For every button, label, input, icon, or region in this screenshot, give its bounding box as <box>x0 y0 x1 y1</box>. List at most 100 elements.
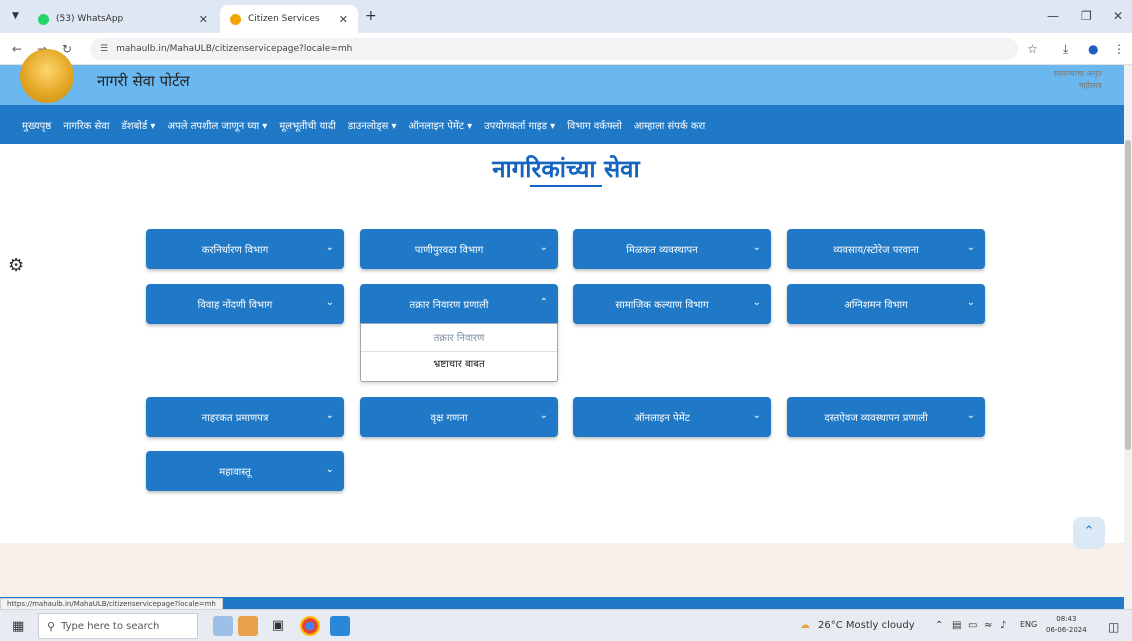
service-label: अग्निशमन विभाग <box>844 300 908 311</box>
title-underline <box>530 185 602 187</box>
notifications-icon[interactable]: ◫ <box>1108 620 1119 634</box>
close-window-icon[interactable]: ✕ <box>1113 9 1123 23</box>
nav-item-dashboard[interactable]: डॅशबोर्ड ▾ <box>121 118 155 132</box>
nav-item-basic-list[interactable]: मूलभूतीची यादी <box>279 118 336 132</box>
chevron-down-icon: ⌄ <box>325 410 334 421</box>
close-tab-icon[interactable]: ✕ <box>199 13 208 26</box>
menu-kebab-icon[interactable]: ⋮ <box>1113 42 1125 56</box>
chevron-down-icon: ⌄ <box>966 297 975 308</box>
tab-title: Citizen Services <box>248 14 320 24</box>
service-label: तक्रार निवारण प्रणाली <box>409 300 489 311</box>
windows-taskbar: ▦ ⚲ Type here to search ▣ ☁ 26°C Mostly … <box>0 609 1132 641</box>
clock-time: 08:43 <box>1056 615 1077 623</box>
service-water-supply[interactable]: पाणीपुरवठा विभाग ⌄ <box>360 229 558 269</box>
site-favicon-icon <box>230 13 241 25</box>
service-trade-license[interactable]: व्यवसाय/स्टोरेज परवाना ⌄ <box>787 229 985 269</box>
service-grievance-redressal[interactable]: तक्रार निवारण प्रणाली ⌃ <box>360 284 558 324</box>
tray-chevron-icon[interactable]: ⌃ <box>935 620 943 631</box>
search-icon: ⚲ <box>47 619 56 633</box>
chevron-down-icon: ⌄ <box>966 410 975 421</box>
whatsapp-favicon-icon <box>38 13 49 25</box>
profile-icon[interactable]: ● <box>1088 42 1098 56</box>
service-label: नाहरकत प्रमाणपत्र <box>201 413 269 424</box>
chevron-down-icon: ⌄ <box>539 410 548 421</box>
scroll-to-top-button[interactable]: ⌃ <box>1073 517 1105 549</box>
dropdown-item-corruption[interactable]: भ्रष्टाचार बाबत <box>361 352 557 378</box>
taskbar-search-box[interactable]: ⚲ Type here to search <box>38 613 198 639</box>
outlook-icon[interactable] <box>330 616 350 636</box>
chrome-icon[interactable] <box>300 616 320 636</box>
nav-item-know-your-details[interactable]: अपले तपशील जाणून घ्या ▾ <box>167 118 267 132</box>
service-label: करनिर्धारण विभाग <box>201 245 269 256</box>
task-view-icon[interactable]: ▣ <box>268 616 288 636</box>
browser-tabstrip: ▼ (53) WhatsApp ✕ Citizen Services ✕ + —… <box>0 0 1132 33</box>
battery-icon[interactable]: ▭ <box>968 620 977 631</box>
service-label: मिळकत व्यवस्थापन <box>626 245 698 256</box>
close-tab-icon[interactable]: ✕ <box>339 13 348 26</box>
footer-band <box>0 543 1132 597</box>
dropdown-item-grievance[interactable]: तक्रार निवारण <box>361 326 557 352</box>
maximize-icon[interactable]: ❐ <box>1081 9 1092 23</box>
government-emblem-logo <box>20 49 74 103</box>
site-info-icon[interactable]: ☰ <box>100 44 108 54</box>
nav-item-contact-us[interactable]: आम्हाला संपर्क करा <box>634 118 705 132</box>
wifi-icon[interactable]: ≈ <box>984 620 992 631</box>
search-placeholder: Type here to search <box>61 620 160 632</box>
bookmark-star-icon[interactable]: ☆ <box>1027 42 1038 56</box>
service-property-management[interactable]: मिळकत व्यवस्थापन ⌄ <box>573 229 771 269</box>
tab-citizen-services[interactable]: Citizen Services ✕ <box>220 5 358 33</box>
back-icon[interactable]: ← <box>12 42 22 56</box>
service-tax-assessment[interactable]: करनिर्धारण विभाग ⌄ <box>146 229 344 269</box>
nav-item-downloads[interactable]: डाउनलोड्स ▾ <box>348 118 397 132</box>
service-label: विवाह नोंदणी विभाग <box>197 300 273 311</box>
people-widget-icon[interactable] <box>238 616 258 636</box>
nav-item-home[interactable]: मुख्यपृष्ठ <box>22 118 51 132</box>
main-nav: मुख्यपृष्ठ नागरिक सेवा डॅशबोर्ड ▾ अपले त… <box>0 105 1132 144</box>
site-header: नागरी सेवा पोर्टल स्वातंत्र्याचा अमृत मह… <box>0 49 1132 105</box>
chevron-down-icon: ⌄ <box>325 464 334 475</box>
service-noc-certificate[interactable]: नाहरकत प्रमाणपत्र ⌄ <box>146 397 344 437</box>
service-tree-census[interactable]: वृक्ष गणना ⌄ <box>360 397 558 437</box>
service-document-management[interactable]: दस्तऐवज व्यवस्थापन प्रणाली ⌄ <box>787 397 985 437</box>
chevron-down-icon: ⌄ <box>539 242 548 253</box>
address-bar-row: ← → ↻ ☰ mahaulb.in/MahaULB/citizenservic… <box>0 33 1132 65</box>
news-widget-icon[interactable] <box>213 616 233 636</box>
service-label: सामाजिक कल्याण विभाग <box>615 300 709 311</box>
weather-text[interactable]: 26°C Mostly cloudy <box>818 620 915 631</box>
service-label: ऑनलाइन पेमेंट <box>634 413 690 424</box>
nav-item-online-payment[interactable]: ऑनलाइन पेमेंट ▾ <box>408 118 472 132</box>
service-label: वृक्ष गणना <box>430 413 468 424</box>
chevron-down-icon: ⌄ <box>325 242 334 253</box>
service-fire-department[interactable]: अग्निशमन विभाग ⌄ <box>787 284 985 324</box>
settings-gear-icon[interactable]: ⚙ <box>8 255 28 277</box>
tab-search-chevron-icon[interactable]: ▼ <box>12 11 19 21</box>
windows-start-icon[interactable]: ▦ <box>12 619 24 634</box>
nav-item-citizen-services[interactable]: नागरिक सेवा <box>63 118 109 132</box>
service-social-welfare[interactable]: सामाजिक कल्याण विभाग ⌄ <box>573 284 771 324</box>
nav-item-department-workflow[interactable]: विभाग वर्कफ्लो <box>567 118 622 132</box>
download-icon[interactable]: ⤓ <box>1063 42 1068 57</box>
service-label: दस्तऐवज व्यवस्थापन प्रणाली <box>824 413 928 424</box>
service-marriage-registration[interactable]: विवाह नोंदणी विभाग ⌄ <box>146 284 344 324</box>
scrollbar-thumb[interactable] <box>1125 140 1131 450</box>
service-online-payment[interactable]: ऑनलाइन पेमेंट ⌄ <box>573 397 771 437</box>
url-input[interactable]: ☰ mahaulb.in/MahaULB/citizenservicepage?… <box>90 38 1018 60</box>
network-icon[interactable]: ▤ <box>952 620 961 631</box>
portal-name: नागरी सेवा पोर्टल <box>97 72 190 90</box>
service-mahavastu[interactable]: महावास्तू ⌄ <box>146 451 344 491</box>
clock-date: 06-06-2024 <box>1046 626 1087 634</box>
url-text: mahaulb.in/MahaULB/citizenservicepage?lo… <box>116 44 353 54</box>
language-indicator[interactable]: ENG <box>1020 620 1037 629</box>
tab-whatsapp[interactable]: (53) WhatsApp ✕ <box>28 5 218 33</box>
chevron-down-icon: ⌄ <box>966 242 975 253</box>
volume-icon[interactable]: ♪ <box>1000 620 1006 631</box>
nav-item-user-guide[interactable]: उपयोगकर्ता गाइड ▾ <box>484 118 555 132</box>
service-label: पाणीपुरवठा विभाग <box>414 245 484 256</box>
minimize-icon[interactable]: — <box>1047 9 1059 23</box>
chevron-down-icon: ⌄ <box>752 410 761 421</box>
service-label: महावास्तू <box>219 467 251 478</box>
taskbar-clock[interactable]: 08:43 06-06-2024 <box>1046 614 1087 636</box>
chevron-up-icon: ⌃ <box>539 297 548 308</box>
chevron-down-icon: ⌄ <box>752 297 761 308</box>
new-tab-button[interactable]: + <box>365 8 377 24</box>
